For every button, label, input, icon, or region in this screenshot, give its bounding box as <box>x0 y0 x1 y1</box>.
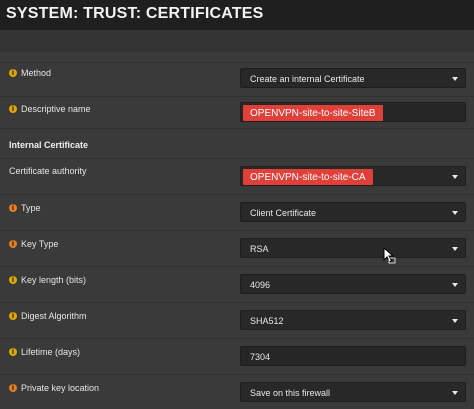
key-length-select[interactable]: 4096 <box>240 274 466 294</box>
lifetime-input[interactable]: 7304 <box>240 346 466 366</box>
row-divider <box>0 230 474 231</box>
caret-down-icon <box>452 247 458 251</box>
row-divider <box>0 194 474 195</box>
method-label: i Method <box>9 68 51 78</box>
caret-down-icon <box>452 391 458 395</box>
caret-down-icon <box>452 319 458 323</box>
section-internal-certificate: Internal Certificate <box>9 140 89 150</box>
info-circle-icon[interactable]: i <box>9 69 17 77</box>
row-divider <box>0 158 474 159</box>
info-circle-icon[interactable]: i <box>9 312 17 320</box>
lifetime-label: i Lifetime (days) <box>9 347 80 357</box>
row-divider <box>0 62 474 63</box>
key-type-label: i Key Type <box>9 239 58 249</box>
row-divider <box>0 96 474 97</box>
info-circle-icon[interactable]: i <box>9 348 17 356</box>
caret-down-icon <box>452 175 458 179</box>
row-divider <box>0 302 474 303</box>
info-circle-icon[interactable]: i <box>9 240 17 248</box>
caret-down-icon <box>452 77 458 81</box>
row-divider <box>0 374 474 375</box>
row-divider <box>0 338 474 339</box>
page-subbar <box>0 30 474 52</box>
caret-down-icon <box>452 211 458 215</box>
info-circle-icon[interactable]: i <box>9 384 17 392</box>
key-type-select[interactable]: RSA <box>240 238 466 258</box>
row-divider <box>0 266 474 267</box>
key-length-label: i Key length (bits) <box>9 275 86 285</box>
page-header: SYSTEM: TRUST: CERTIFICATES <box>0 0 474 30</box>
info-circle-icon[interactable]: i <box>9 105 17 113</box>
descriptive-name-label: i Descriptive name <box>9 104 91 114</box>
mouse-pointer-icon <box>383 247 396 264</box>
descriptive-name-input[interactable]: OPENVPN-site-to-site-SiteB <box>240 102 466 122</box>
method-select[interactable]: Create an internal Certificate <box>240 68 466 88</box>
private-key-location-label: i Private key location <box>9 383 99 393</box>
type-label: i Type <box>9 203 41 213</box>
certificate-authority-label: Certificate authority <box>9 166 87 176</box>
descriptive-name-value: OPENVPN-site-to-site-SiteB <box>243 105 383 121</box>
type-select[interactable]: Client Certificate <box>240 202 466 222</box>
digest-algorithm-label: i Digest Algorithm <box>9 311 87 321</box>
row-divider <box>0 128 474 129</box>
digest-algorithm-select[interactable]: SHA512 <box>240 310 466 330</box>
info-circle-icon[interactable]: i <box>9 204 17 212</box>
info-circle-icon[interactable]: i <box>9 276 17 284</box>
certificate-authority-select[interactable]: OPENVPN-site-to-site-CA <box>240 166 466 186</box>
page-title: SYSTEM: TRUST: CERTIFICATES <box>6 5 264 22</box>
certificate-authority-value: OPENVPN-site-to-site-CA <box>243 169 373 185</box>
caret-down-icon <box>452 283 458 287</box>
private-key-location-select[interactable]: Save on this firewall <box>240 382 466 402</box>
